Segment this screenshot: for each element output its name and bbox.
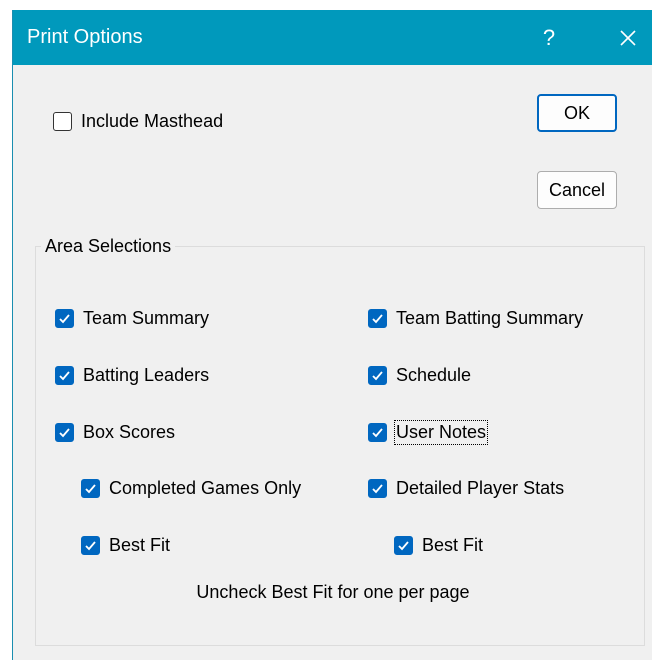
checkmark-icon <box>394 536 413 555</box>
checkbox-unchecked-icon <box>53 112 72 131</box>
user-notes-checkbox[interactable]: User Notes <box>368 420 489 445</box>
team-batting-summary-checkbox[interactable]: Team Batting Summary <box>368 308 583 329</box>
include-masthead-checkbox[interactable]: Include Masthead <box>53 111 223 132</box>
checkmark-icon <box>55 423 74 442</box>
checkmark-icon <box>55 309 74 328</box>
team-summary-label: Team Summary <box>83 308 210 328</box>
team-summary-checkbox[interactable]: Team Summary <box>55 308 209 329</box>
include-masthead-label: Include Masthead <box>81 111 224 131</box>
checkmark-icon <box>81 536 100 555</box>
schedule-label: Schedule <box>396 365 472 385</box>
close-icon <box>620 29 636 46</box>
detailed-player-stats-checkbox[interactable]: Detailed Player Stats <box>368 478 564 499</box>
help-button[interactable]: ? <box>523 10 575 65</box>
area-selections-label: Area Selections <box>41 236 176 257</box>
best-fit-right-label: Best Fit <box>422 535 484 555</box>
detailed-player-stats-label: Detailed Player Stats <box>396 478 565 498</box>
box-scores-checkbox[interactable]: Box Scores <box>55 422 175 443</box>
checkmark-icon <box>368 309 387 328</box>
team-batting-summary-label: Team Batting Summary <box>396 308 584 328</box>
checkmark-icon <box>368 479 387 498</box>
ok-button[interactable]: OK <box>537 94 617 132</box>
user-notes-label: User Notes <box>393 420 489 445</box>
checkmark-icon <box>368 366 387 385</box>
box-scores-label: Box Scores <box>83 422 176 442</box>
close-button[interactable] <box>603 10 652 65</box>
best-fit-left-label: Best Fit <box>109 535 171 555</box>
checkmark-icon <box>55 366 74 385</box>
print-options-dialog: Print Options ? Include Masthead OK Canc… <box>12 10 652 660</box>
schedule-checkbox[interactable]: Schedule <box>368 365 471 386</box>
batting-leaders-checkbox[interactable]: Batting Leaders <box>55 365 209 386</box>
window-title: Print Options <box>27 26 143 48</box>
completed-games-only-label: Completed Games Only <box>109 478 302 498</box>
title-bar: Print Options ? <box>13 10 652 65</box>
checkmark-icon <box>368 423 387 442</box>
best-fit-right-checkbox[interactable]: Best Fit <box>394 535 483 556</box>
completed-games-only-checkbox[interactable]: Completed Games Only <box>81 478 301 499</box>
checkmark-icon <box>81 479 100 498</box>
best-fit-hint: Uncheck Best Fit for one per page <box>196 582 470 602</box>
batting-leaders-label: Batting Leaders <box>83 365 210 385</box>
best-fit-left-checkbox[interactable]: Best Fit <box>81 535 170 556</box>
cancel-button[interactable]: Cancel <box>537 171 617 209</box>
